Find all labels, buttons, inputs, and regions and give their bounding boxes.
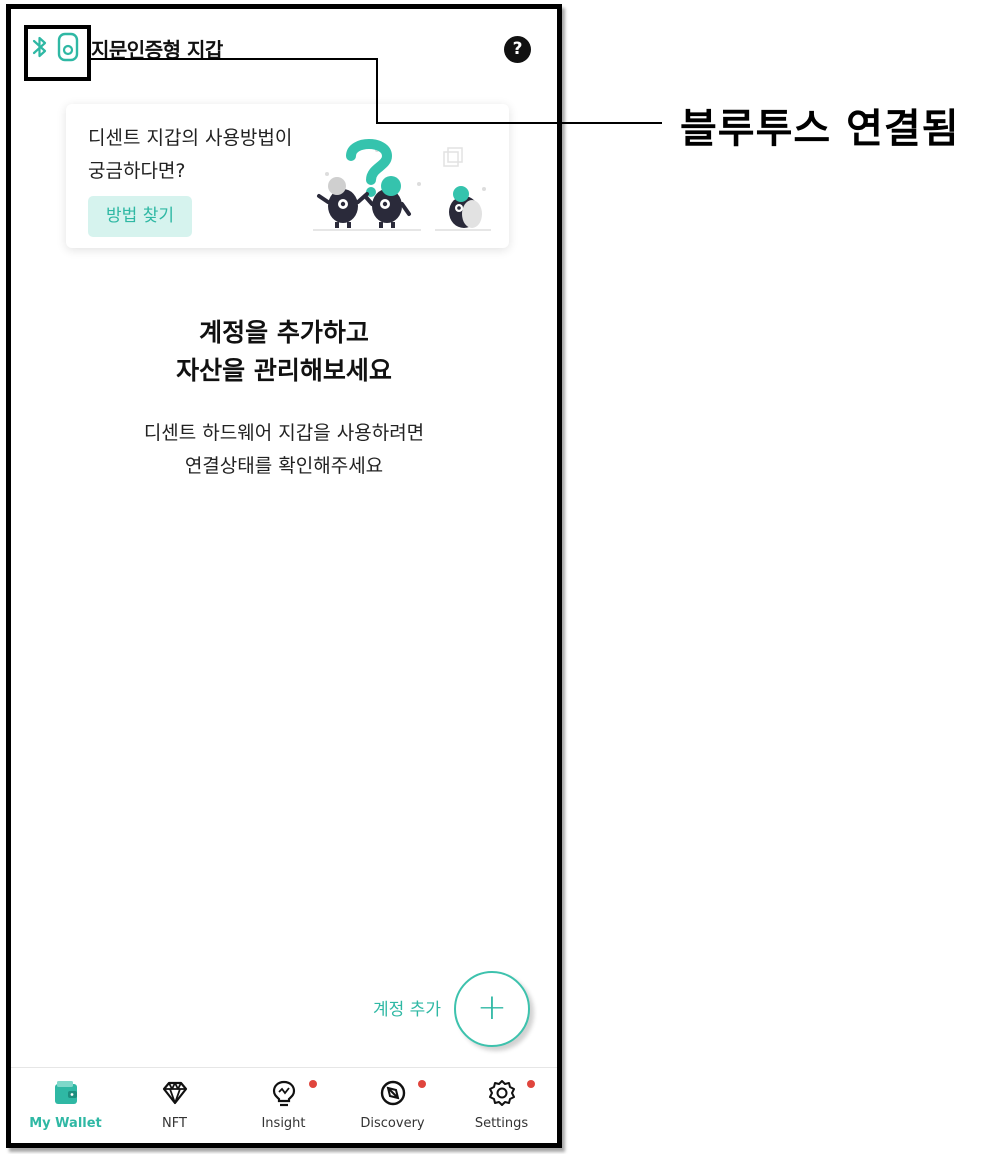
tab-nft[interactable]: NFT xyxy=(120,1068,229,1143)
guide-card[interactable]: 디센트 지갑의 사용방법이 궁금하다면? 방법 찾기 xyxy=(66,104,509,248)
tab-my-wallet[interactable]: My Wallet xyxy=(11,1068,120,1143)
guide-card-line1: 디센트 지갑의 사용방법이 xyxy=(88,127,293,149)
find-method-button[interactable]: 방법 찾기 xyxy=(88,196,192,237)
phone-screen: 지문인증형 지갑 ? 디센트 지갑의 사용방법이 궁금하다면? 방법 찾기 계정… xyxy=(6,4,562,1148)
bottom-tab-bar: My Wallet NFT Insight Discovery Settings xyxy=(11,1067,557,1143)
tab-label: Insight xyxy=(261,1116,306,1131)
notification-dot xyxy=(309,1080,317,1088)
tab-label: NFT xyxy=(162,1116,187,1131)
tab-insight[interactable]: Insight xyxy=(229,1068,338,1143)
empty-state-desc-line2: 연결상태를 확인해주세요 xyxy=(184,455,384,477)
bluetooth-callout: 블루투스 연결됨 xyxy=(680,106,960,152)
callout-line xyxy=(376,58,378,124)
question-icon: ? xyxy=(512,39,523,59)
tab-settings[interactable]: Settings xyxy=(447,1068,556,1143)
mascot-illustration xyxy=(313,139,491,231)
lightbulb-icon xyxy=(272,1080,296,1107)
tab-label: Discovery xyxy=(360,1116,425,1131)
help-button[interactable]: ? xyxy=(504,36,531,63)
tab-discovery[interactable]: Discovery xyxy=(338,1068,447,1143)
tab-label: My Wallet xyxy=(29,1116,102,1131)
callout-line xyxy=(376,122,662,124)
tab-label: Settings xyxy=(474,1116,529,1131)
guide-card-line2: 궁금하다면? xyxy=(88,160,186,182)
plus-icon: + xyxy=(476,987,508,1028)
gear-icon xyxy=(489,1080,515,1106)
add-account-button[interactable]: + xyxy=(454,971,530,1047)
empty-state-title-line1: 계정을 추가하고 xyxy=(199,318,369,347)
empty-state-title-line2: 자산을 관리해보세요 xyxy=(176,356,392,385)
compass-icon xyxy=(380,1080,406,1106)
wallet-icon xyxy=(55,1081,77,1104)
callout-line xyxy=(90,58,377,60)
guide-card-text: 디센트 지갑의 사용방법이 궁금하다면? xyxy=(88,122,328,188)
empty-state-title: 계정을 추가하고 자산을 관리해보세요 xyxy=(11,314,557,390)
bluetooth-highlight-box xyxy=(24,25,91,81)
notification-dot xyxy=(418,1080,426,1088)
top-bar: 지문인증형 지갑 ? xyxy=(11,9,557,81)
notification-dot xyxy=(527,1080,535,1088)
empty-state-description: 디센트 하드웨어 지갑을 사용하려면 연결상태를 확인해주세요 xyxy=(11,417,557,483)
empty-state-desc-line1: 디센트 하드웨어 지갑을 사용하려면 xyxy=(143,422,425,444)
diamond-icon xyxy=(162,1081,188,1105)
add-account-label[interactable]: 계정 추가 xyxy=(373,995,441,1020)
